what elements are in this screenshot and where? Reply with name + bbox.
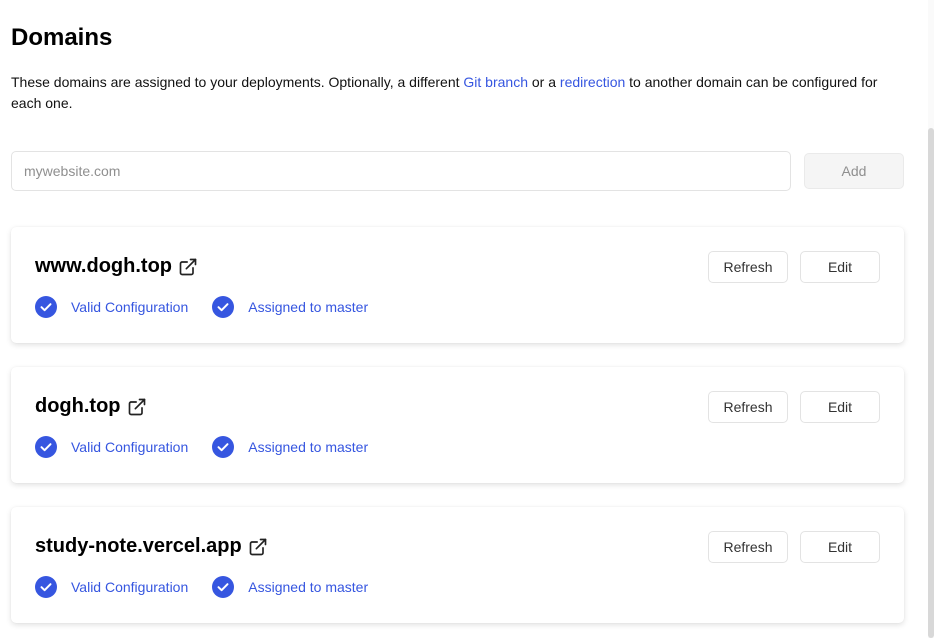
domains-settings-page: Domains These domains are assigned to yo… [0,0,934,638]
description-text-2: or a [528,74,560,90]
valid-configuration-status[interactable]: Valid Configuration [35,436,188,458]
domain-name-link[interactable]: study-note.vercel.app [35,535,268,558]
domain-name: www.dogh.top [35,255,173,277]
check-circle-icon [35,296,57,318]
check-circle-icon [35,576,57,598]
external-link-icon [178,257,198,277]
domain-name-link[interactable]: dogh.top [35,395,147,418]
domain-card: www.dogh.top Refresh Edit Valid Configur… [11,227,904,343]
valid-configuration-status[interactable]: Valid Configuration [35,296,188,318]
status-label: Assigned to master [248,299,369,315]
assigned-branch-status[interactable]: Assigned to master [212,296,368,318]
status-label: Valid Configuration [71,439,189,455]
domain-card: study-note.vercel.app Refresh Edit Valid… [11,507,904,623]
edit-button[interactable]: Edit [800,531,880,563]
domain-input[interactable] [11,151,791,191]
description-text-1: These domains are assigned to your deplo… [11,74,464,90]
status-label: Valid Configuration [71,299,189,315]
refresh-button[interactable]: Refresh [708,391,788,423]
redirection-link[interactable]: redirection [560,74,625,90]
domain-name: dogh.top [35,395,121,417]
external-link-icon [127,397,147,417]
edit-button[interactable]: Edit [800,251,880,283]
page-title: Domains [11,24,113,51]
status-row: Valid Configuration Assigned to master [35,296,368,318]
edit-button[interactable]: Edit [800,391,880,423]
assigned-branch-status[interactable]: Assigned to master [212,436,368,458]
status-label: Assigned to master [248,439,369,455]
status-label: Assigned to master [248,579,369,595]
assigned-branch-status[interactable]: Assigned to master [212,576,368,598]
check-circle-icon [212,296,235,318]
domain-card: dogh.top Refresh Edit Valid Configuratio… [11,367,904,483]
domain-name-link[interactable]: www.dogh.top [35,255,198,278]
status-label: Valid Configuration [71,579,189,595]
valid-configuration-status[interactable]: Valid Configuration [35,576,188,598]
check-circle-icon [35,436,57,458]
git-branch-link[interactable]: Git branch [463,74,528,90]
refresh-button[interactable]: Refresh [708,531,788,563]
domain-name: study-note.vercel.app [35,535,242,557]
scrollbar-thumb[interactable] [928,128,934,638]
external-link-icon [248,537,268,557]
check-circle-icon [212,576,235,598]
status-row: Valid Configuration Assigned to master [35,436,368,458]
add-domain-button[interactable]: Add [804,153,904,189]
status-row: Valid Configuration Assigned to master [35,576,368,598]
check-circle-icon [212,436,235,458]
refresh-button[interactable]: Refresh [708,251,788,283]
domains-description: These domains are assigned to your deplo… [11,72,891,114]
